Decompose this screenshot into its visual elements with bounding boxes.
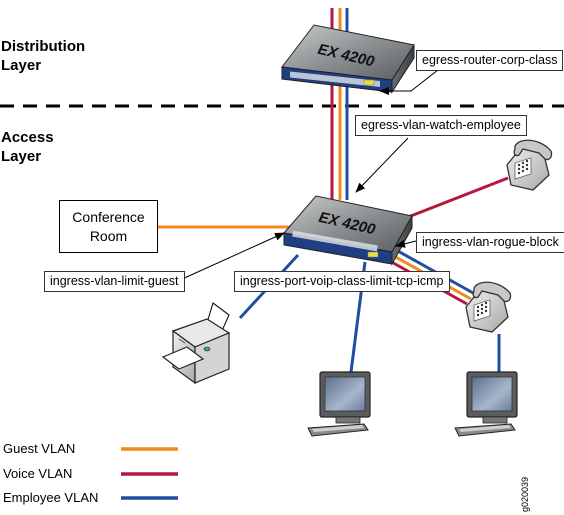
access-layer-label: Access Layer: [1, 128, 54, 166]
conference-room-line2: Room: [89, 227, 128, 244]
conference-room-box: Conference Room: [59, 200, 158, 253]
phone-icon: [465, 281, 512, 333]
network-diagram: EX 4200 EX 4200: [0, 8, 564, 500]
distribution-access-trunk: [330, 78, 349, 200]
phone-icon: [506, 139, 553, 191]
legend-label-employee: Employee VLAN: [3, 490, 99, 505]
policy-label-egress-vlan-watch-employee: egress-vlan-watch-employee: [355, 115, 527, 136]
distribution-layer-label-line2: Layer: [1, 57, 42, 74]
conference-room-line1: Conference: [72, 208, 145, 225]
printer-icon: [161, 302, 231, 385]
policy-label-ingress-port-voip-class-limit-tcp-icmp: ingress-port-voip-class-limit-tcp-icmp: [234, 271, 450, 292]
policy-label-egress-router-corp-class: egress-router-corp-class: [416, 50, 564, 71]
legend-label-voice: Voice VLAN: [3, 466, 73, 481]
policy-label-ingress-vlan-limit-guest: ingress-vlan-limit-guest: [44, 271, 185, 292]
access-switch: EX 4200: [283, 195, 413, 266]
legend-label-guest: Guest VLAN: [3, 441, 76, 456]
figure-id: g020039: [520, 476, 530, 512]
access-layer-label-line2: Layer: [1, 148, 42, 165]
distribution-switch: EX 4200: [281, 24, 415, 94]
policy-label-ingress-vlan-rogue-block: ingress-vlan-rogue-block: [416, 232, 564, 253]
phone-1-link: [397, 176, 509, 223]
access-layer-label-line1: Access: [1, 129, 54, 146]
callout-egress-vlan-watch-employee: [355, 137, 409, 193]
distribution-layer-label-line1: Distribution: [1, 38, 86, 55]
computer-icon: [454, 371, 518, 437]
distribution-layer-label: Distribution Layer: [1, 37, 85, 75]
computer-icon: [307, 371, 371, 437]
